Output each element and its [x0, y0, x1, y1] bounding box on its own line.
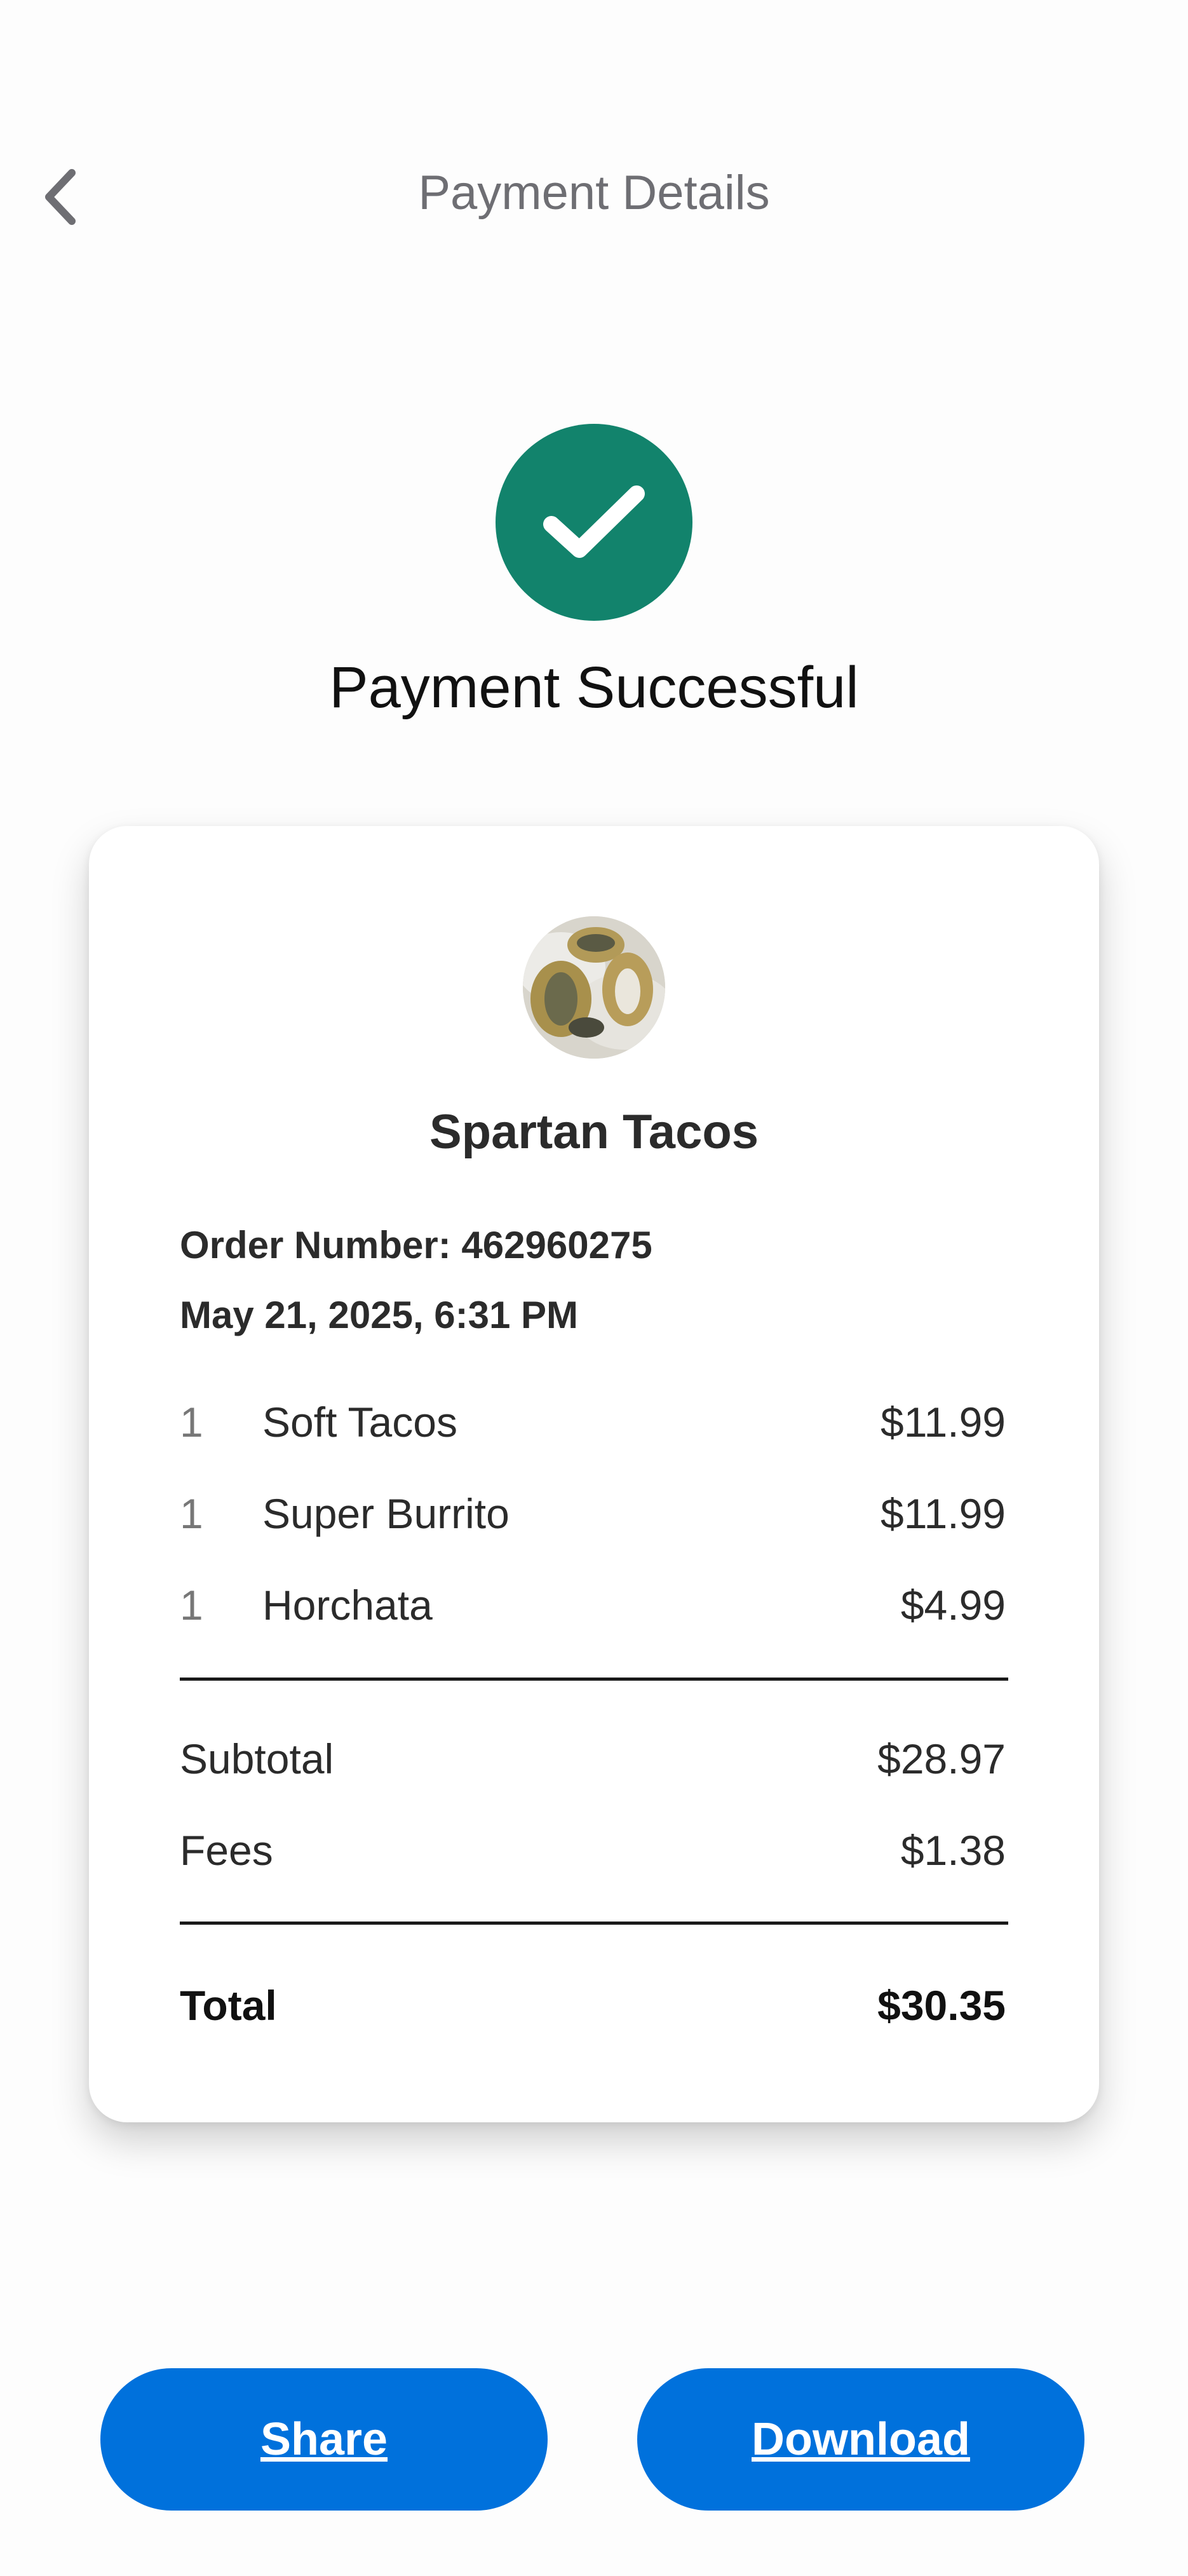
item-quantity: 1	[180, 1399, 203, 1446]
total-row: Total $30.35	[180, 1981, 1006, 2032]
subtotal-value: $28.97	[877, 1735, 1006, 1782]
payment-success-title: Payment Successful	[329, 655, 859, 720]
item-price: $4.99	[900, 1582, 1006, 1629]
item-quantity: 1	[180, 1490, 203, 1537]
restaurant-avatar	[523, 916, 665, 1059]
check-icon	[543, 485, 645, 558]
totals-divider	[180, 1922, 1008, 1925]
item-name: Super Burrito	[262, 1490, 510, 1537]
total-value: $30.35	[877, 1982, 1006, 2029]
page-title: Payment Details	[418, 166, 770, 220]
order-number: Order Number: 462960275	[180, 1224, 652, 1266]
download-button[interactable]: Download	[637, 2368, 1084, 2511]
line-item: 1 Soft Tacos $11.99	[180, 1398, 1006, 1449]
fees-row: Fees $1.38	[180, 1826, 1006, 1877]
fees-label: Fees	[180, 1827, 273, 1874]
header: Payment Details	[0, 127, 1188, 267]
line-item: 1 Super Burrito $11.99	[180, 1489, 1006, 1540]
subtotal-row: Subtotal $28.97	[180, 1735, 1006, 1786]
item-name: Horchata	[262, 1582, 433, 1629]
item-name: Soft Tacos	[262, 1399, 457, 1446]
line-item: 1 Horchata $4.99	[180, 1581, 1006, 1632]
total-label: Total	[180, 1982, 277, 2029]
restaurant-name: Spartan Tacos	[429, 1105, 759, 1159]
restaurant-photo	[523, 916, 665, 1059]
share-button[interactable]: Share	[100, 2368, 548, 2511]
item-price: $11.99	[881, 1490, 1006, 1537]
subtotal-label: Subtotal	[180, 1735, 334, 1782]
fees-value: $1.38	[900, 1827, 1006, 1874]
item-quantity: 1	[180, 1582, 203, 1629]
order-date: May 21, 2025, 6:31 PM	[180, 1294, 579, 1336]
items-divider	[180, 1678, 1008, 1681]
success-badge	[496, 424, 692, 621]
receipt-card: Spartan Tacos Order Number: 462960275 Ma…	[89, 826, 1099, 2122]
item-price: $11.99	[881, 1399, 1006, 1446]
